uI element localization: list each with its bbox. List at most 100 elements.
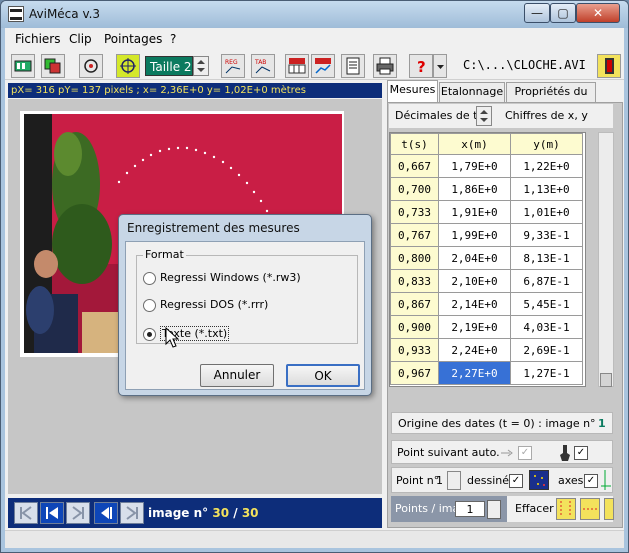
table-cell[interactable]: 1,22E+0 [510,154,583,178]
measures-table[interactable]: t(s) x(m) y(m) 0,667 1,79E+0 1,22E+0 0,700 1,8… [389,132,586,387]
minimize-button[interactable]: — [524,3,550,23]
help-dropdown-icon[interactable] [433,54,447,78]
table-cell[interactable]: 0,667 [390,154,439,178]
radio-button[interactable] [143,299,156,312]
table-cell[interactable]: 1,86E+0 [438,177,511,201]
table-cell[interactable]: 0,767 [390,223,439,247]
table-cell[interactable]: 2,04E+0 [438,246,511,270]
table-scrollbar[interactable] [598,132,614,387]
effacer-label: Effacer [515,502,554,515]
close-button[interactable]: ✕ [576,3,620,23]
ok-button[interactable]: OK [286,364,360,387]
film-icon[interactable] [11,54,35,78]
table-cell[interactable]: 0,867 [390,292,439,316]
table-cell[interactable]: 8,13E-1 [510,246,583,270]
table-row[interactable]: 0,700 1,86E+0 1,13E+0 [390,177,583,201]
point-style-icon[interactable] [529,470,549,490]
scroll-thumb[interactable] [600,373,612,387]
axes-icon[interactable] [600,470,612,492]
table-cell[interactable]: 6,87E-1 [510,269,583,293]
taille-spinner[interactable] [193,56,209,76]
spreadsheet-pp-icon[interactable] [285,54,309,78]
column-header[interactable]: y(m) [510,133,583,155]
maximize-button[interactable]: ▢ [550,3,576,23]
copy-image-icon[interactable] [41,54,65,78]
column-header[interactable]: t(s) [390,133,439,155]
step-back-icon[interactable] [40,502,64,524]
table-cell[interactable]: 0,800 [390,246,439,270]
table-row[interactable]: 0,867 2,14E+0 5,45E-1 [390,292,583,316]
table-cell[interactable]: 2,69E-1 [510,338,583,362]
table-row[interactable]: 0,767 1,99E+0 9,33E-1 [390,223,583,247]
hand-mode-checkbox[interactable]: ✓ [574,446,588,460]
table-cell[interactable]: 9,33E-1 [510,223,583,247]
table-cell[interactable]: 4,03E-1 [510,315,583,339]
erase-grid-icon[interactable] [580,498,600,520]
table-cell[interactable]: 2,10E+0 [438,269,511,293]
table-cell[interactable]: 5,45E-1 [510,292,583,316]
menu-pointages[interactable]: Pointages [104,32,162,46]
radio-regressi-windows[interactable]: Regressi Windows (*.rw3) [143,269,353,287]
frame-counter-prefix: image n° [148,506,209,520]
chart-pp-icon[interactable] [311,54,335,78]
table-cell[interactable]: 0,967 [390,361,439,385]
table-cell[interactable]: 1,13E+0 [510,177,583,201]
cancel-button[interactable]: Annuler [200,364,274,387]
column-header[interactable]: x(m) [438,133,511,155]
menu-fichiers[interactable]: Fichiers [15,32,60,46]
table-cell[interactable]: 1,27E-1 [510,361,583,385]
table-cell[interactable]: 1,79E+0 [438,154,511,178]
print-icon[interactable] [373,54,397,78]
erase-axes-icon[interactable] [604,498,614,520]
table-cell[interactable]: 2,24E+0 [438,338,511,362]
menu-help[interactable]: ? [170,32,176,46]
point-no-value[interactable]: 1 [436,474,443,487]
table-export-icon[interactable]: TAB [251,54,275,78]
tab-proprietes[interactable]: Propriétés du clip [506,82,596,116]
table-row[interactable]: 0,967 2,27E+0 1,27E-1 [390,361,583,385]
origin-target-icon[interactable] [79,54,103,78]
table-cell[interactable]: 0,733 [390,200,439,224]
table-cell[interactable]: 0,833 [390,269,439,293]
step-forward-icon[interactable] [66,502,90,524]
table-cell[interactable]: 2,27E+0 [438,361,511,385]
points-per-image-input[interactable]: 1 [455,501,485,517]
radio-button[interactable] [143,328,156,341]
table-row[interactable]: 0,800 2,04E+0 8,13E-1 [390,246,583,270]
exit-door-icon[interactable] [597,54,621,78]
points-per-image-spinner[interactable] [487,500,501,519]
help-icon[interactable]: ? [409,54,433,78]
last-frame-icon[interactable] [120,502,144,524]
axes-checkbox[interactable]: ✓ [584,474,598,488]
table-row[interactable]: 0,667 1,79E+0 1,22E+0 [390,154,583,178]
menu-clip[interactable]: Clip [69,32,92,46]
erase-points-icon[interactable] [556,498,576,520]
first-frame-icon[interactable] [14,502,38,524]
radio-regressi-dos[interactable]: Regressi DOS (*.rrr) [143,296,353,314]
table-row[interactable]: 0,833 2,10E+0 6,87E-1 [390,269,583,293]
table-cell[interactable]: 1,99E+0 [438,223,511,247]
table-cell[interactable]: 1,91E+0 [438,200,511,224]
dessine-checkbox[interactable]: ✓ [509,474,523,488]
document-icon[interactable] [341,54,365,78]
table-cell[interactable]: 0,900 [390,315,439,339]
radio-button[interactable] [143,272,156,285]
origin-value[interactable]: 1 [598,417,606,430]
table-row[interactable]: 0,900 2,19E+0 4,03E-1 [390,315,583,339]
taille-select[interactable]: Taille 2 [145,56,193,76]
table-cell[interactable]: 1,01E+0 [510,200,583,224]
table-cell[interactable]: 2,19E+0 [438,315,511,339]
table-cell[interactable]: 0,700 [390,177,439,201]
play-back-icon[interactable] [94,502,118,524]
decimals-spinner[interactable] [476,106,492,126]
tab-mesures[interactable]: Mesures [387,80,438,102]
point-no-spinner[interactable] [447,471,461,490]
crosshair-icon[interactable] [116,54,140,78]
table-row[interactable]: 0,733 1,91E+0 1,01E+0 [390,200,583,224]
table-cell[interactable]: 0,933 [390,338,439,362]
regressi-export-icon[interactable]: REG [221,54,245,78]
table-row[interactable]: 0,933 2,24E+0 2,69E-1 [390,338,583,362]
auto-advance-checkbox[interactable]: ✓ [518,446,532,460]
tab-etalonnage[interactable]: Etalonnage [439,82,505,102]
table-cell[interactable]: 2,14E+0 [438,292,511,316]
